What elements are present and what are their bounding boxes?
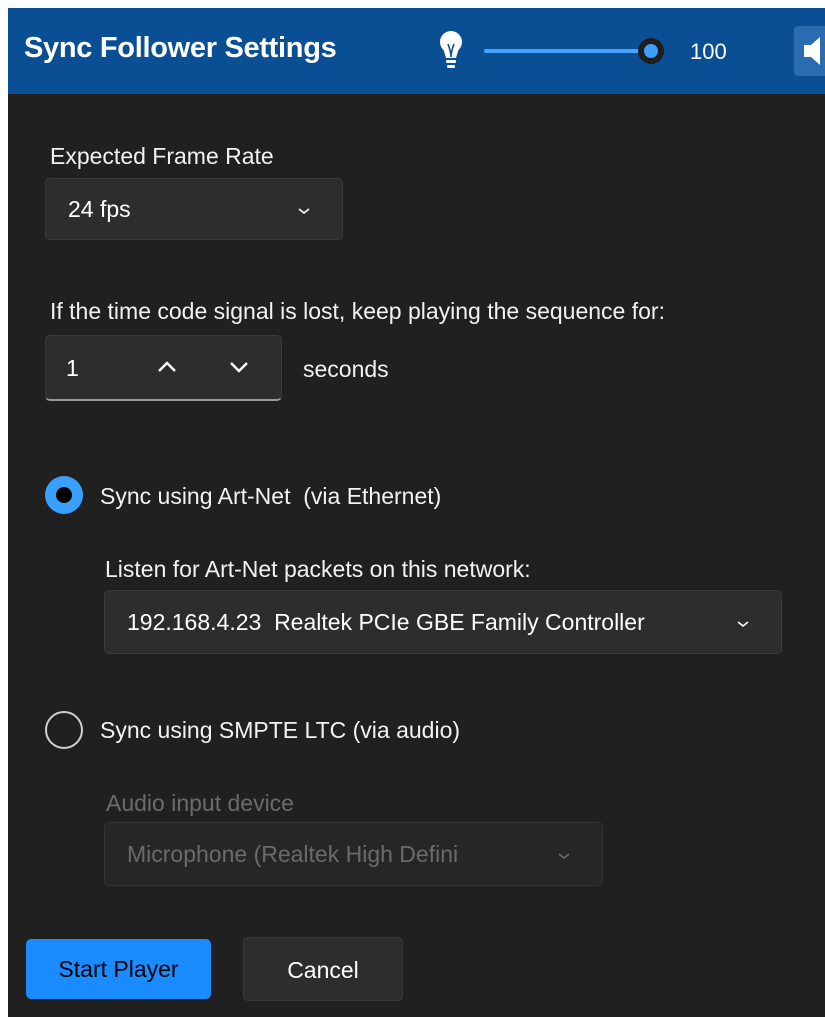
chevron-down-icon <box>558 853 570 860</box>
artnet-radio[interactable] <box>45 476 83 514</box>
slider-thumb[interactable] <box>638 38 664 64</box>
title-bar: Sync Follower Settings 100 <box>8 8 825 94</box>
chevron-down-icon[interactable] <box>222 352 256 382</box>
audio-device-label: Audio input device <box>106 790 294 816</box>
audio-device-value: Microphone (Realtek High Defini <box>127 841 459 867</box>
timeout-number-box[interactable]: 1 <box>45 335 282 401</box>
start-player-button[interactable]: Start Player <box>26 939 211 999</box>
frame-rate-value: 24 fps <box>68 196 131 222</box>
frame-rate-dropdown[interactable]: 24 fps <box>45 178 343 240</box>
cancel-button[interactable]: Cancel <box>243 937 403 1001</box>
settings-window: Sync Follower Settings 100 Expected Fram… <box>8 8 825 1017</box>
artnet-option-label[interactable]: Sync using Art-Net (via Ethernet) <box>100 483 441 510</box>
timeout-label: If the time code signal is lost, keep pl… <box>50 298 665 324</box>
chevron-down-icon <box>737 621 749 628</box>
smpte-option-label[interactable]: Sync using SMPTE LTC (via audio) <box>100 717 460 744</box>
smpte-radio[interactable] <box>45 711 83 749</box>
timeout-unit: seconds <box>303 356 389 382</box>
brightness-value: 100 <box>690 39 727 64</box>
network-dropdown[interactable]: 192.168.4.23 Realtek PCIe GBE Family Con… <box>104 590 782 654</box>
brightness-slider[interactable] <box>478 38 678 64</box>
network-value: 192.168.4.23 Realtek PCIe GBE Family Con… <box>127 609 645 635</box>
audio-device-dropdown[interactable]: Microphone (Realtek High Defini <box>104 822 603 886</box>
speaker-icon[interactable] <box>794 26 825 76</box>
slider-track <box>484 49 654 53</box>
chevron-up-icon[interactable] <box>150 352 184 382</box>
frame-rate-label: Expected Frame Rate <box>50 143 274 169</box>
timeout-value: 1 <box>66 355 79 381</box>
window-title: Sync Follower Settings <box>24 32 337 64</box>
chevron-down-icon <box>298 208 310 215</box>
bulb-icon <box>440 31 462 68</box>
artnet-network-label: Listen for Art-Net packets on this netwo… <box>105 556 531 582</box>
